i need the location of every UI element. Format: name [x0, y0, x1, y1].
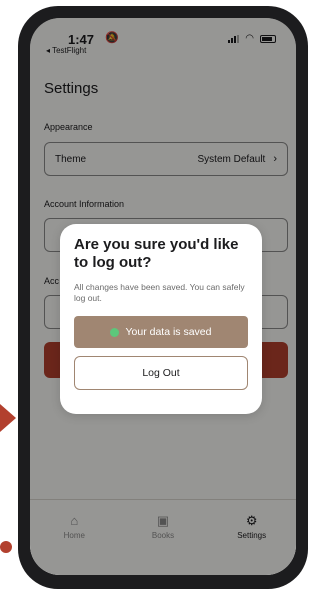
callout-arrow	[0, 404, 16, 432]
saved-label: Your data is saved	[125, 326, 212, 338]
dialog-message: All changes have been saved. You can saf…	[74, 282, 245, 303]
saved-status-dot-icon	[110, 327, 120, 337]
data-saved-indicator: Your data is saved	[74, 316, 248, 348]
phone-frame: 1:47 🔕 ◂ TestFlight ◠ Settings Appearanc…	[18, 6, 308, 589]
logout-confirm-dialog: Are you sure you'd like to log out? All …	[60, 224, 262, 414]
dialog-title: Are you sure you'd like to log out?	[74, 236, 239, 271]
logout-button[interactable]: Log Out	[74, 356, 248, 390]
app-screen: 1:47 🔕 ◂ TestFlight ◠ Settings Appearanc…	[30, 18, 296, 575]
callout-dot	[0, 541, 12, 553]
